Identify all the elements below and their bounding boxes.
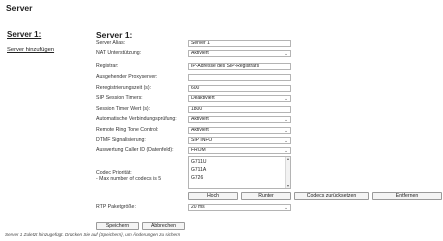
remote-ring-value: Aktiviert — [191, 127, 209, 133]
status-message: Server 1 Zuletzt hinzugefügt. Drücken Si… — [5, 232, 181, 237]
session-timer-value-input[interactable]: 1800 — [188, 106, 291, 113]
remote-ring-select[interactable]: Aktiviert ⌄ — [188, 127, 291, 134]
codec-item[interactable]: G711U — [191, 159, 206, 165]
reregistration-label: Reregistrierungszeit (s): — [96, 85, 152, 91]
codec-scrollbar[interactable]: ▲ ▼ — [285, 157, 290, 188]
codec-up-button[interactable]: Hoch — [188, 192, 238, 200]
server-alias-input[interactable]: Server 1 — [188, 40, 291, 47]
registrar-value: IP-Adresse des SIP-Registrars — [191, 63, 260, 69]
dtmf-value: SIP INFO — [191, 137, 213, 143]
save-button[interactable]: Speichern — [96, 222, 139, 230]
server-alias-value: Server 1 — [191, 40, 210, 46]
rtp-size-select[interactable]: 20 ms ⌄ — [188, 204, 291, 211]
codec-remove-button[interactable]: Entfernen — [372, 192, 442, 200]
auto-check-select[interactable]: Aktiviert ⌄ — [188, 116, 291, 123]
chevron-down-icon: ⌄ — [284, 51, 288, 56]
registrar-input[interactable]: IP-Adresse des SIP-Registrars — [188, 63, 291, 70]
outbound-proxy-label: Ausgehender Proxyserver: — [96, 74, 158, 80]
session-timer-value-label: Session Timer Wert (s): — [96, 106, 151, 112]
caller-id-value: FROM — [191, 147, 206, 153]
chevron-down-icon: ⌄ — [284, 96, 288, 101]
session-timers-value: Deaktiviert — [191, 95, 215, 101]
chevron-down-icon: ⌄ — [284, 205, 288, 210]
registrar-label: Registrar: — [96, 63, 119, 69]
rtp-size-label: RTP Paketgröße: — [96, 204, 136, 210]
add-server-link[interactable]: Server hinzufügen — [7, 47, 54, 53]
caller-id-label: Auswertung Caller ID (Datenfeld): — [96, 147, 174, 153]
session-timers-select[interactable]: Deaktiviert ⌄ — [188, 95, 291, 102]
dtmf-label: DTMF Signalisierung: — [96, 137, 146, 143]
dtmf-select[interactable]: SIP INFO ⌄ — [188, 137, 291, 144]
sidebar-server-title: Server 1: — [7, 30, 42, 39]
remote-ring-label: Remote Ring Tone Control: — [96, 127, 159, 133]
chevron-down-icon: ⌄ — [284, 148, 288, 153]
codec-item[interactable]: G711A — [191, 167, 206, 173]
cancel-button[interactable]: Abbrechen — [142, 222, 185, 230]
server-alias-label: Server Alias: — [96, 40, 126, 46]
reregistration-input[interactable]: 600 — [188, 85, 291, 92]
codec-limit-note: - Max number of codecs is 5 — [96, 176, 162, 182]
reregistration-value: 600 — [191, 85, 200, 91]
codec-down-button[interactable]: Runter — [241, 192, 291, 200]
chevron-down-icon: ⌄ — [284, 128, 288, 133]
nat-support-select[interactable]: Aktiviert ⌄ — [188, 50, 291, 57]
auto-check-label: Automatische Verbindungsprüfung: — [96, 116, 177, 122]
rtp-size-value: 20 ms — [191, 204, 205, 210]
scroll-up-icon[interactable]: ▲ — [286, 157, 290, 161]
auto-check-value: Aktiviert — [191, 116, 209, 122]
nat-support-label: NAT Unterstützung: — [96, 50, 142, 56]
session-timers-label: SIP Session Timers: — [96, 95, 143, 101]
form-title: Server 1: — [96, 30, 133, 40]
outbound-proxy-input[interactable] — [188, 74, 291, 81]
codec-item[interactable]: G726 — [191, 175, 203, 181]
page-title: Server — [6, 3, 33, 13]
codec-reset-button[interactable]: Codecs zurücksetzen — [294, 192, 369, 200]
caller-id-select[interactable]: FROM ⌄ — [188, 147, 291, 154]
chevron-down-icon: ⌄ — [284, 117, 288, 122]
chevron-down-icon: ⌄ — [284, 138, 288, 143]
session-timer-value-value: 1800 — [191, 106, 203, 112]
nat-support-value: Aktiviert — [191, 50, 209, 56]
codec-list[interactable]: G711U G711A G726 ▲ ▼ — [188, 156, 291, 189]
scroll-down-icon[interactable]: ▼ — [286, 184, 290, 188]
